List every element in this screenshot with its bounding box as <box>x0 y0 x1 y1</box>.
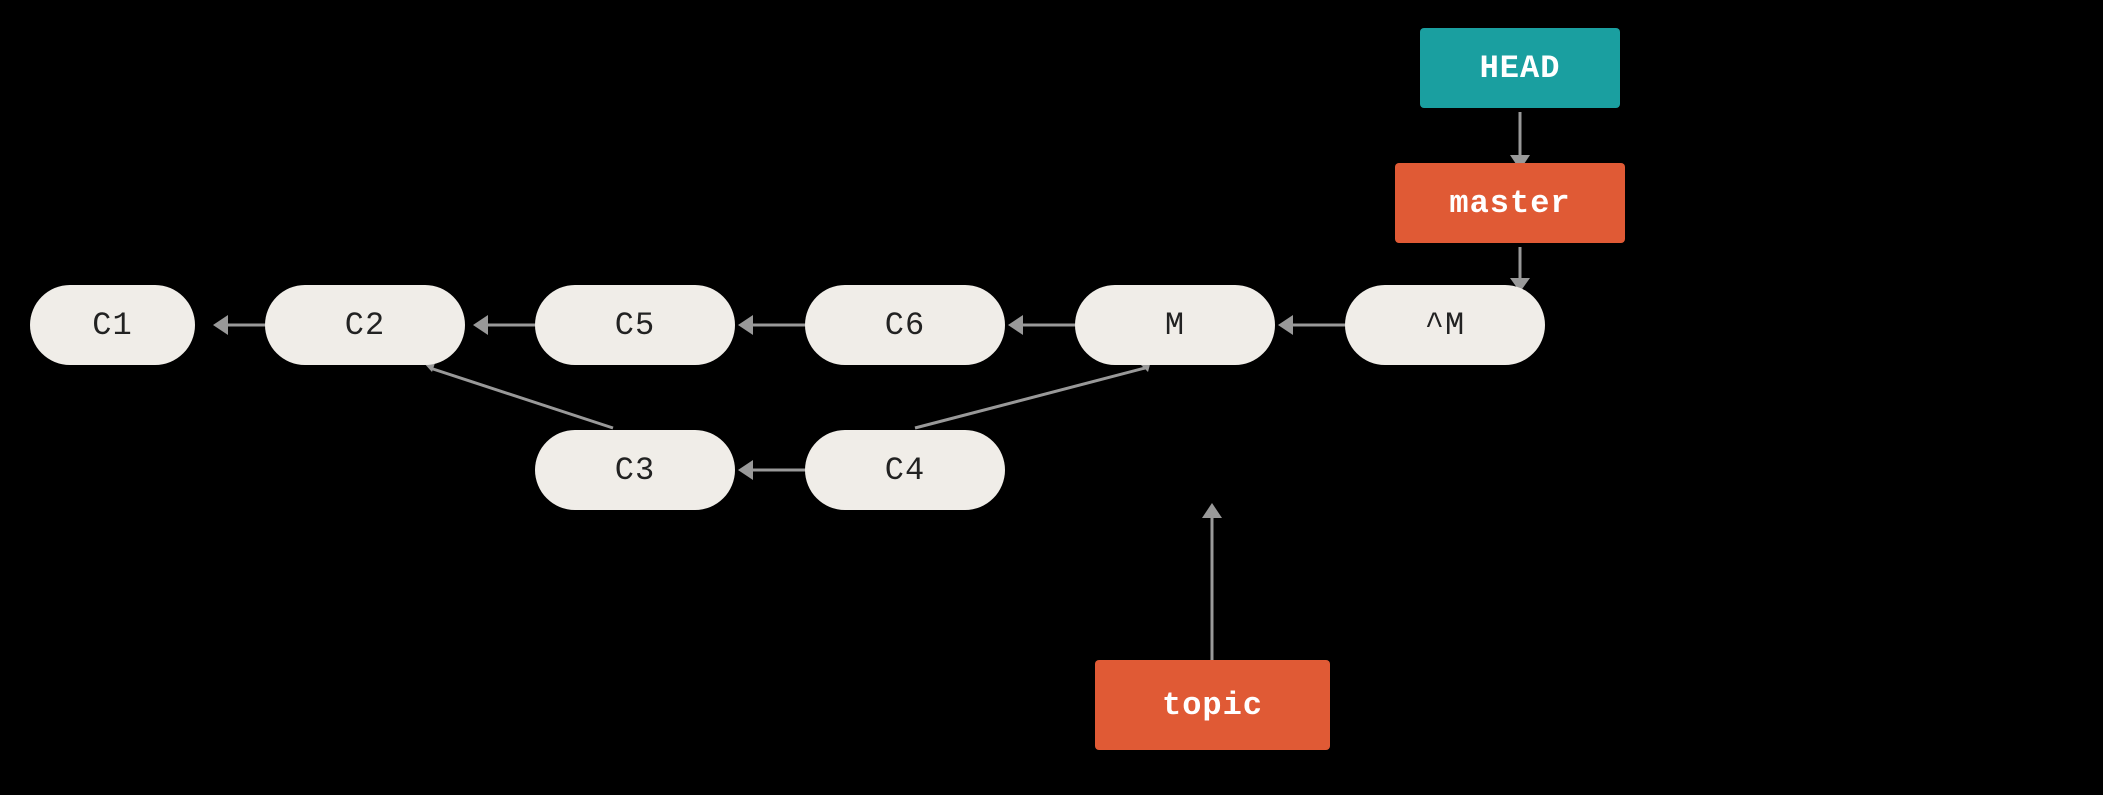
arrows-svg <box>0 0 2103 795</box>
commit-node-m: M <box>1075 285 1275 365</box>
commit-node-c6: C6 <box>805 285 1005 365</box>
commit-node-c3: C3 <box>535 430 735 510</box>
commit-node-c5: C5 <box>535 285 735 365</box>
diagram-container: C1 C2 C5 C6 M ^M C3 C4 HEAD master topic <box>0 0 2103 795</box>
commit-node-c1: C1 <box>30 285 195 365</box>
commit-node-c2: C2 <box>265 285 465 365</box>
commit-node-caret-m: ^M <box>1345 285 1545 365</box>
label-head: HEAD <box>1420 28 1620 108</box>
commit-node-c4: C4 <box>805 430 1005 510</box>
label-master: master <box>1395 163 1625 243</box>
label-topic: topic <box>1095 660 1330 750</box>
